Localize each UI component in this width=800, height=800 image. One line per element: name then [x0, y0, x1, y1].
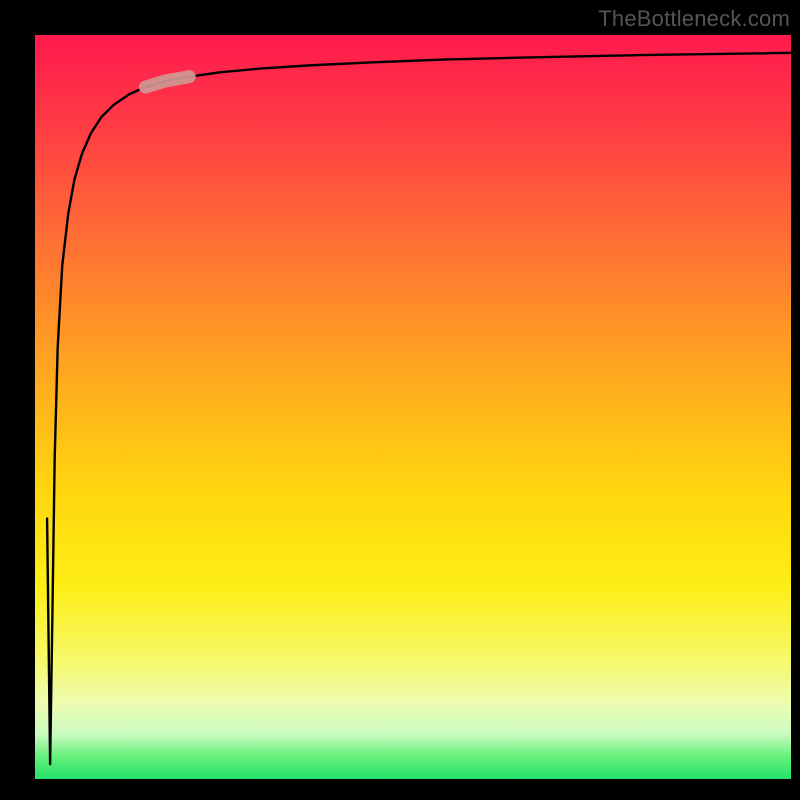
curve-highlight: [145, 77, 189, 87]
watermark-text: TheBottleneck.com: [598, 6, 790, 32]
chart-frame: TheBottleneck.com: [0, 0, 800, 800]
plot-area: [35, 35, 791, 779]
bottleneck-curve: [47, 53, 791, 764]
curve-layer: [35, 35, 791, 779]
